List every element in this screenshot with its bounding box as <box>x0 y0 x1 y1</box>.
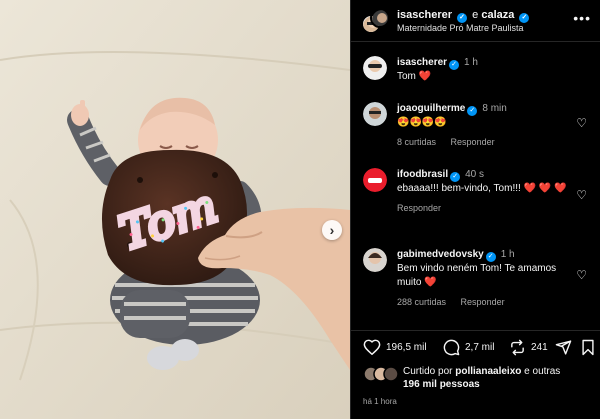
comment-likes-count[interactable]: 288 curtidas <box>397 297 446 307</box>
comment-time[interactable]: 1 h <box>464 57 478 68</box>
like-comment-heart-icon[interactable]: ♡ <box>576 116 587 130</box>
comment-item: joaoguilherme ✓ 8 min 😍😍😍😍 8 curtidas Resp… <box>363 102 589 152</box>
comment-meta: 8 curtidas Responder <box>397 135 567 149</box>
heart-emoji-icon: ❤️ <box>424 277 437 288</box>
comment-time[interactable]: 40 s <box>465 169 484 180</box>
author-secondary-link[interactable]: calaza <box>481 9 514 21</box>
like-button[interactable]: 196,5 mil <box>363 339 427 355</box>
avatar[interactable] <box>363 168 387 192</box>
comment-username[interactable]: gabimedvedovsky <box>397 249 484 260</box>
share-button[interactable] <box>555 339 577 356</box>
avatar[interactable] <box>363 56 387 80</box>
comment-username[interactable]: isascherer <box>397 57 447 68</box>
action-bar: 196,5 mil 2,7 mil 241 <box>351 330 600 360</box>
comment-time[interactable]: 8 min <box>482 103 506 114</box>
verified-badge-icon: ✓ <box>467 106 478 116</box>
comment-item: ifoodbrasil ✓ 40 s ebaaaa!!! bem-vindo, To… <box>363 168 589 228</box>
avatar[interactable] <box>363 102 387 126</box>
reply-button[interactable]: Responder <box>451 137 495 147</box>
verified-badge-icon: ✓ <box>519 13 530 23</box>
reposts-count: 241 <box>531 342 548 353</box>
bookmark-icon <box>582 339 594 356</box>
post-header: isascherer ✓ e calaza ✓ Maternidade Pró … <box>351 0 600 42</box>
liked-by-avatars[interactable] <box>363 366 399 382</box>
verified-badge-icon: ✓ <box>450 172 461 182</box>
likes-count: 196,5 mil <box>386 341 427 353</box>
chevron-right-icon: › <box>329 222 335 238</box>
comment-text: ebaaaa!!! bem-vindo, Tom!!! <box>397 183 524 194</box>
heart-emoji-icon: ❤️ ❤️ ❤️ <box>523 183 567 194</box>
author-avatars[interactable] <box>361 8 390 36</box>
heart-eyes-emoji-icon: 😍😍😍😍 <box>397 117 447 128</box>
post-location[interactable]: Maternidade Pró Matre Paulista <box>397 23 524 33</box>
authors-conjunction: e <box>472 9 479 21</box>
repost-icon <box>511 339 524 356</box>
comment-text: Bem vindo neném Tom! Te amamos muito <box>397 263 557 288</box>
like-comment-heart-icon[interactable]: ♡ <box>576 188 587 202</box>
comment-body: gabimedvedovsky ✓ 1 h Bem vindo neném Tom!… <box>397 248 567 309</box>
verified-badge-icon: ✓ <box>449 60 460 70</box>
next-photo-button[interactable]: › <box>322 220 342 240</box>
comment-button[interactable]: 2,7 mil <box>443 339 494 356</box>
heart-icon <box>363 339 381 355</box>
post-photo: Tom › <box>0 0 350 419</box>
verified-badge-icon: ✓ <box>457 13 468 23</box>
comment-likes-count[interactable]: 8 curtidas <box>397 137 436 147</box>
comment-time[interactable]: 1 h <box>501 249 515 260</box>
send-icon <box>555 340 572 355</box>
comment-body: isascherer ✓ 1 h Tom ❤️ <box>397 56 567 84</box>
verified-badge-icon: ✓ <box>485 252 496 262</box>
liked-by-text: Curtido por pollianaaleixo e outras 196 … <box>403 365 560 391</box>
repost-button[interactable]: 241 <box>509 339 548 356</box>
comment-icon <box>443 339 460 356</box>
more-horizontal-icon[interactable]: ••• <box>573 10 591 26</box>
comment-body: ifoodbrasil ✓ 40 s ebaaaa!!! bem-vindo, To… <box>397 168 567 215</box>
liked-by-suffix: e outras <box>524 366 561 377</box>
heart-emoji-icon: ❤️ <box>418 71 432 82</box>
author-primary-link[interactable]: isascherer <box>397 9 452 21</box>
post-authors: isascherer ✓ e calaza ✓ <box>397 9 531 23</box>
post-timestamp[interactable]: há 1 hora <box>363 397 397 406</box>
comment-meta: Responder <box>397 201 567 215</box>
comments-count: 2,7 mil <box>465 342 495 353</box>
comments-panel: isascherer ✓ e calaza ✓ Maternidade Pró … <box>350 0 600 419</box>
reply-button[interactable]: Responder <box>397 203 441 213</box>
comment-body: joaoguilherme ✓ 8 min 😍😍😍😍 8 curtidas Resp… <box>397 102 567 149</box>
liked-by-others-link[interactable]: 196 mil pessoas <box>403 379 480 390</box>
comment-text: Tom <box>397 71 416 82</box>
reply-button[interactable]: Responder <box>461 297 505 307</box>
comment-username[interactable]: joaoguilherme <box>397 103 465 114</box>
save-button[interactable] <box>581 339 600 356</box>
caption-comment: isascherer ✓ 1 h Tom ❤️ <box>363 56 589 86</box>
avatar[interactable] <box>363 248 387 272</box>
like-comment-heart-icon[interactable]: ♡ <box>576 268 587 282</box>
comment-item: gabimedvedovsky ✓ 1 h Bem vindo neném Tom!… <box>363 248 589 312</box>
avatar <box>370 8 390 28</box>
baby-cookie-image: Tom <box>0 0 350 419</box>
liked-by-user-link[interactable]: pollianaaleixo <box>455 366 521 377</box>
comment-username[interactable]: ifoodbrasil <box>397 169 448 180</box>
liked-by-prefix: Curtido por <box>403 366 453 377</box>
comment-meta: 288 curtidas Responder <box>397 295 567 309</box>
